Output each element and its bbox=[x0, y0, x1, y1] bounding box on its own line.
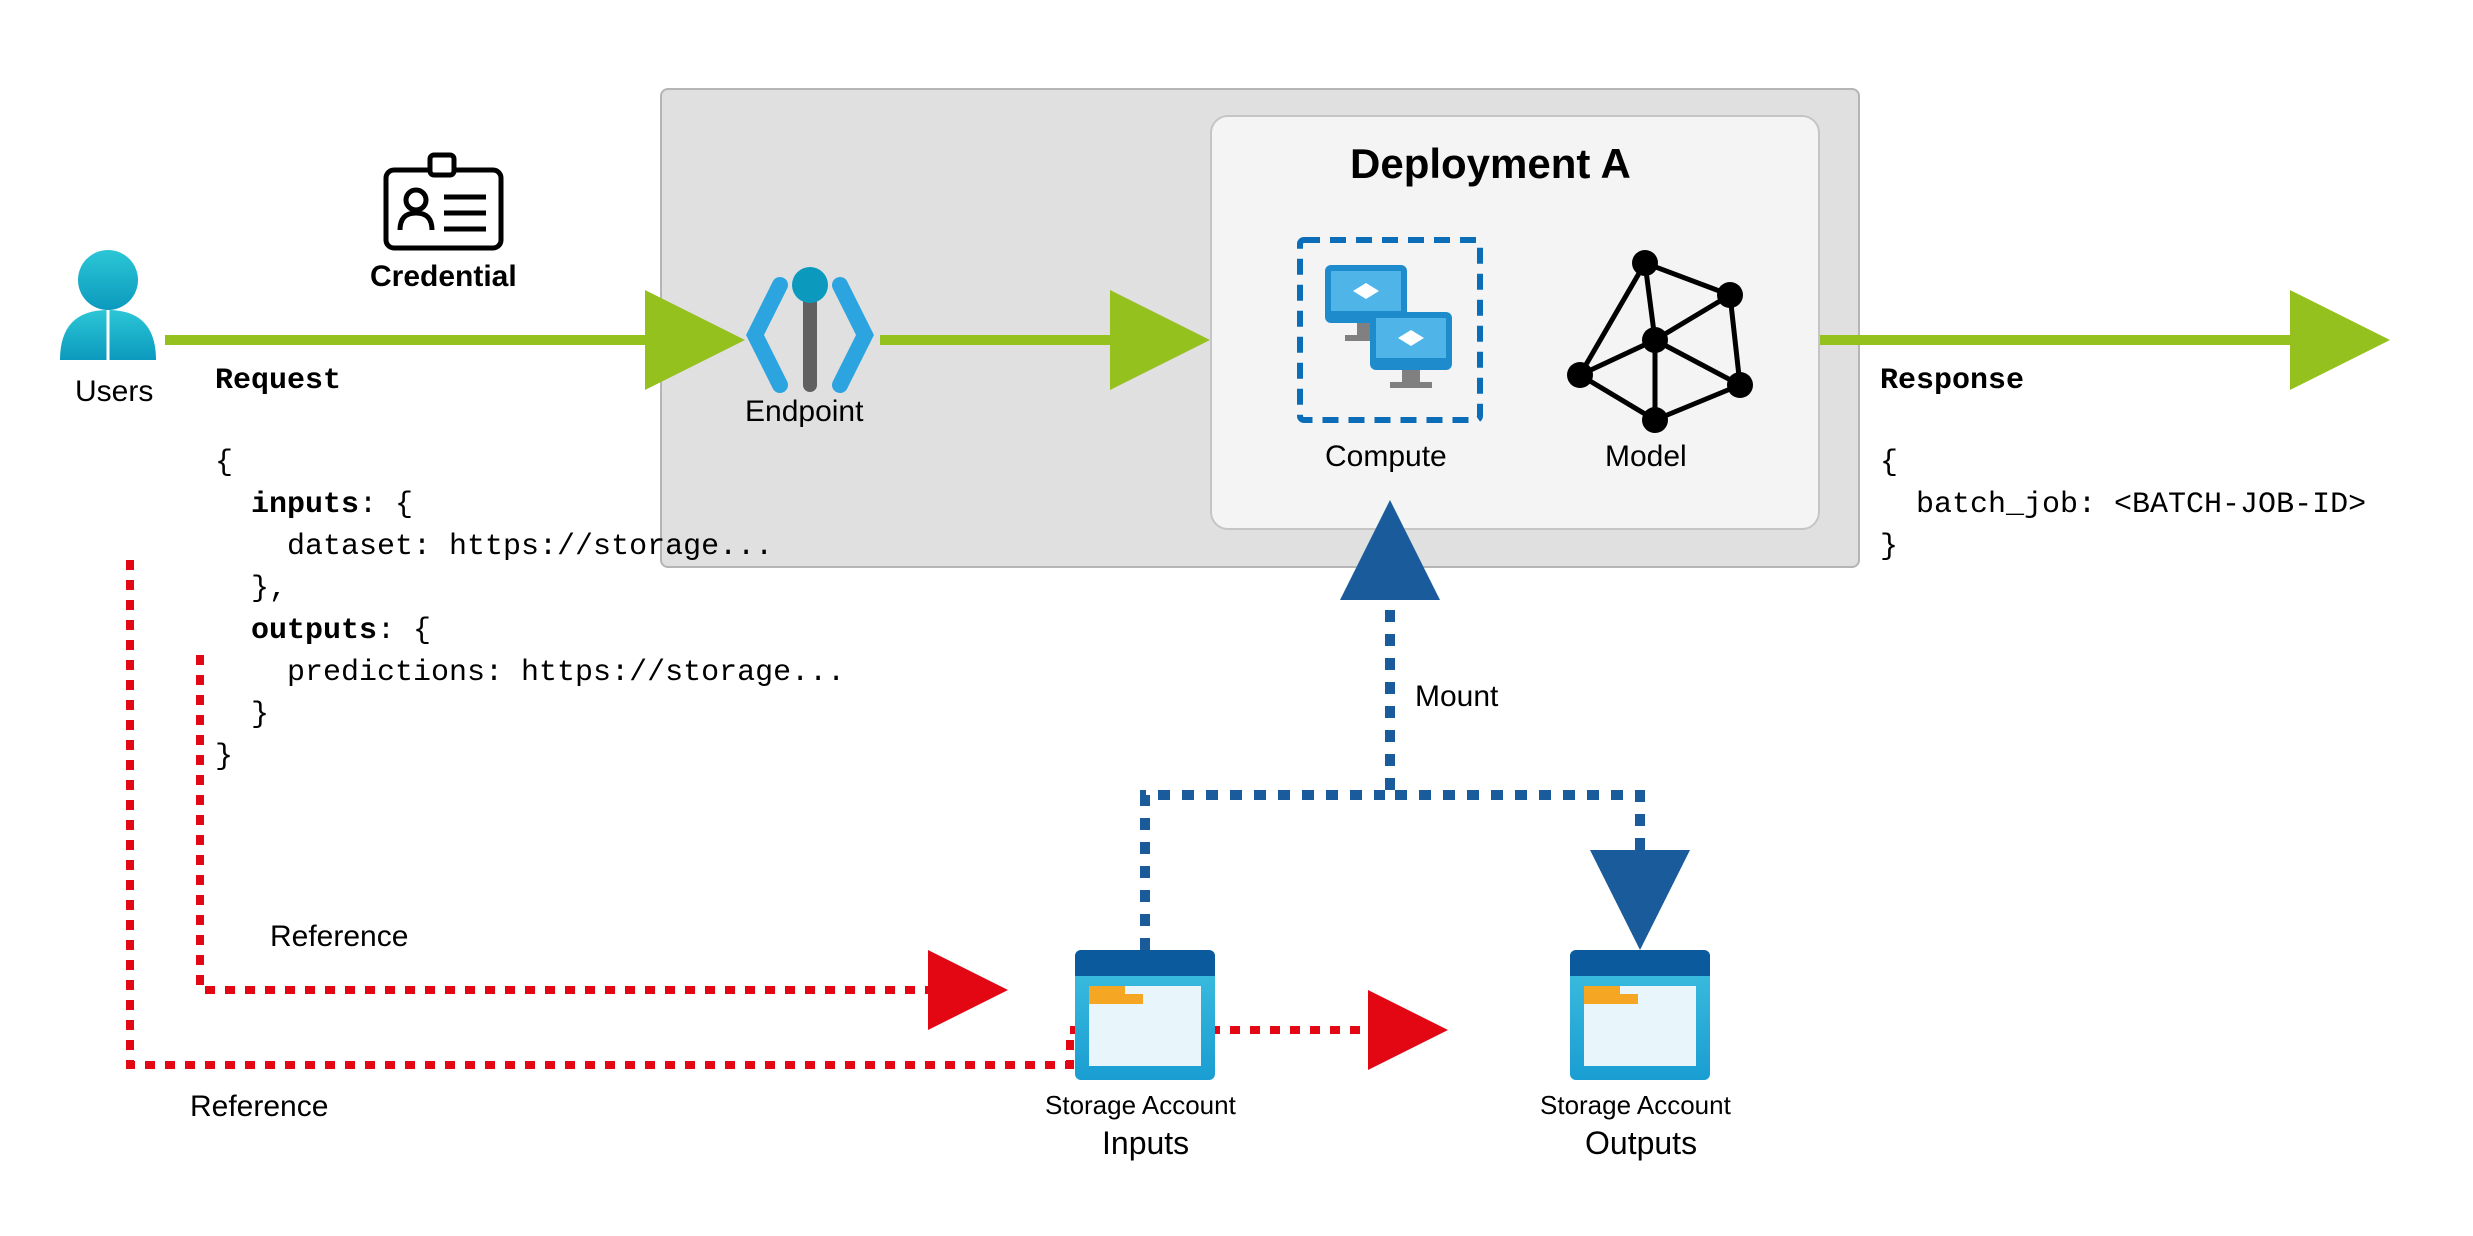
storage-outputs-icon bbox=[1570, 950, 1710, 1080]
request-title: Request bbox=[215, 360, 341, 402]
compute-icon bbox=[1300, 240, 1480, 420]
credential-label: Credential bbox=[370, 260, 517, 294]
storage-inputs-title: Storage Account bbox=[1045, 1090, 1236, 1121]
reference-label-1: Reference bbox=[270, 920, 408, 954]
response-code: { batch_job: <BATCH-JOB-ID> } bbox=[1880, 400, 2366, 568]
credential-icon bbox=[386, 155, 501, 248]
model-icon bbox=[1567, 250, 1753, 433]
request-code: { inputs: { dataset: https://storage... … bbox=[215, 400, 845, 778]
mount-label: Mount bbox=[1415, 680, 1498, 714]
storage-inputs-sub: Inputs bbox=[1102, 1125, 1189, 1162]
storage-outputs-title: Storage Account bbox=[1540, 1090, 1731, 1121]
model-label: Model bbox=[1605, 440, 1687, 474]
mount-line-inputs bbox=[1145, 795, 1385, 950]
storage-inputs-icon bbox=[1075, 950, 1215, 1080]
response-title: Response bbox=[1880, 360, 2024, 402]
mount-line-outputs bbox=[1395, 795, 1640, 940]
compute-label: Compute bbox=[1325, 440, 1447, 474]
endpoint-icon bbox=[755, 267, 865, 385]
reference-label-2: Reference bbox=[190, 1090, 328, 1124]
users-label: Users bbox=[75, 375, 153, 409]
users-icon bbox=[60, 250, 156, 360]
storage-outputs-sub: Outputs bbox=[1585, 1125, 1697, 1162]
